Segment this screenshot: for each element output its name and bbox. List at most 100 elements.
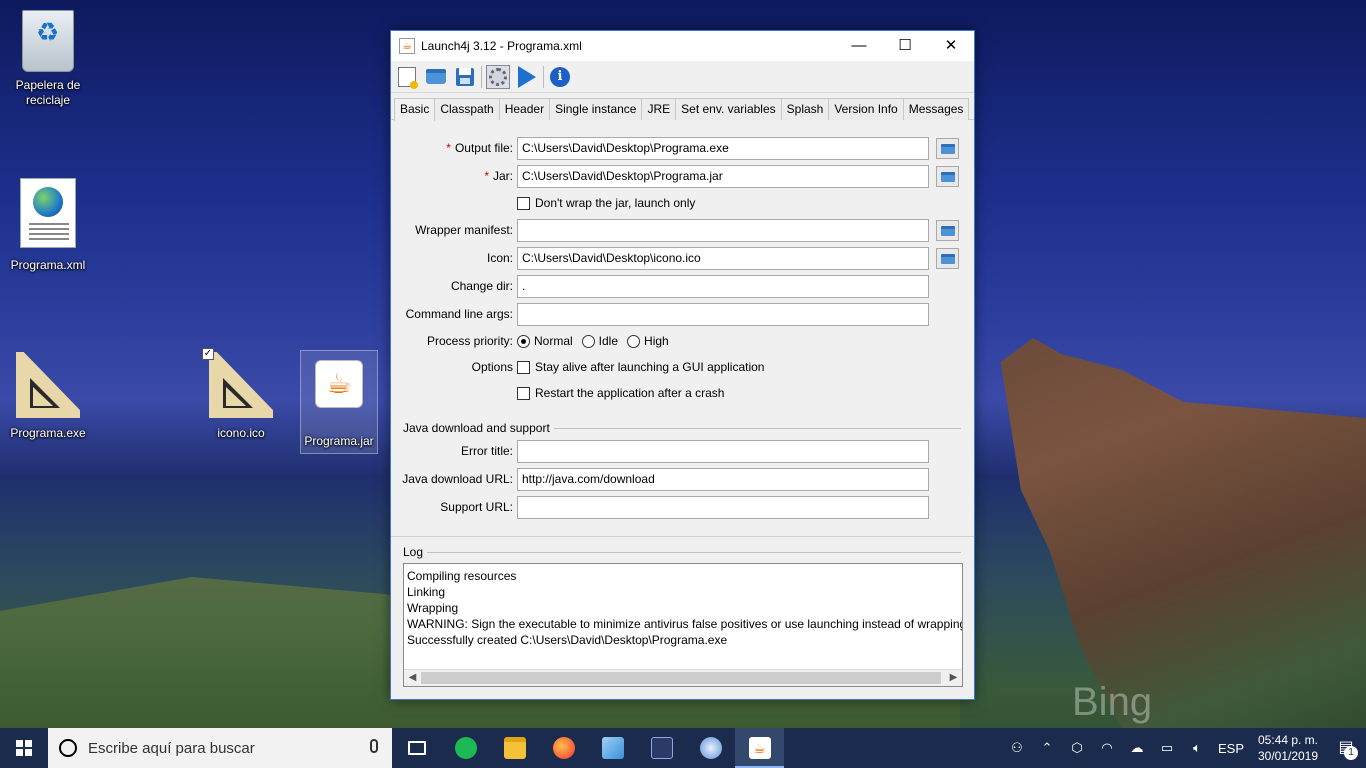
about-button[interactable]: i: [548, 65, 572, 89]
start-button[interactable]: [0, 728, 48, 768]
maximize-button[interactable]: ☐: [882, 31, 928, 61]
dont-wrap-label: Don't wrap the jar, launch only: [535, 196, 696, 210]
log-output[interactable]: Compiling resources Linking Wrapping WAR…: [403, 563, 963, 687]
volume-icon[interactable]: 🔈︎: [1182, 740, 1212, 756]
microphone-icon[interactable]: [370, 739, 378, 753]
build-wrapper-button[interactable]: [486, 64, 510, 89]
java-url-input[interactable]: http://java.com/download: [517, 468, 929, 491]
stay-alive-checkbox[interactable]: Stay alive after launching a GUI applica…: [517, 360, 764, 374]
task-view-icon: [407, 741, 426, 755]
log-horizontal-scrollbar[interactable]: ◀ ▶: [404, 669, 962, 686]
output-file-label: * Output file:: [446, 141, 513, 155]
priority-normal-radio[interactable]: Normal: [517, 334, 573, 348]
taskbar-search-box[interactable]: Escribe aquí para buscar: [48, 728, 392, 768]
cmd-args-row: Command line args:: [391, 303, 976, 327]
tab-header[interactable]: Header: [498, 98, 551, 120]
folder-open-icon: [940, 171, 955, 182]
run-icon: [518, 65, 536, 88]
save-config-button[interactable]: [453, 65, 477, 89]
tab-jre[interactable]: JRE: [641, 98, 677, 120]
action-center-button[interactable]: ▤ 1: [1326, 728, 1366, 768]
tab-set-env-variables[interactable]: Set env. variables: [675, 98, 782, 120]
scrollbar-thumb[interactable]: [421, 672, 941, 684]
tab-splash[interactable]: Splash: [780, 98, 830, 120]
desktop-icon-icono-ico[interactable]: icono.ico: [203, 352, 279, 441]
close-button[interactable]: ✕: [928, 31, 974, 61]
jar-input[interactable]: C:\Users\David\Desktop\Programa.jar: [517, 165, 929, 188]
tab-single-instance[interactable]: Single instance: [549, 98, 643, 120]
scroll-right-icon[interactable]: ▶: [945, 670, 962, 686]
dont-wrap-checkbox[interactable]: Don't wrap the jar, launch only: [517, 196, 695, 210]
icon-browse-button[interactable]: [936, 248, 959, 269]
jar-browse-button[interactable]: [936, 166, 959, 187]
taskbar-app-file-explorer[interactable]: [490, 728, 539, 768]
open-config-button[interactable]: [424, 65, 448, 89]
new-config-button[interactable]: [395, 65, 419, 89]
tab-basic[interactable]: Basic: [394, 98, 436, 121]
log-section-header: Log: [403, 545, 961, 559]
log-line: WARNING: Sign the executable to minimize…: [407, 617, 962, 631]
output-file-input[interactable]: C:\Users\David\Desktop\Programa.exe: [517, 137, 929, 160]
restart-checkbox[interactable]: Restart the application after a crash: [517, 386, 724, 400]
change-dir-input[interactable]: .: [517, 275, 929, 298]
desktop-icon-label: Programa.jar: [304, 434, 374, 448]
taskbar-app-launch4j[interactable]: ☕: [735, 728, 784, 768]
options-row: Options Stay alive after launching a GUI…: [391, 356, 976, 380]
spotify-icon: [454, 737, 477, 759]
desktop-icon-programa-exe[interactable]: Programa.exe: [10, 352, 86, 441]
support-url-input[interactable]: [517, 496, 929, 519]
cmd-args-input[interactable]: [517, 303, 929, 326]
tab-messages[interactable]: Messages: [902, 98, 970, 120]
tab-version-info[interactable]: Version Info: [828, 98, 904, 120]
desktop-icon-recycle-bin[interactable]: Papelera de reciclaje: [10, 10, 86, 108]
taskbar-app-3d-viewer[interactable]: [588, 728, 637, 768]
scroll-left-icon[interactable]: ◀: [404, 670, 421, 686]
show-hidden-icons-chevron-up-icon[interactable]: ⌃: [1032, 740, 1062, 756]
minimize-button[interactable]: —: [836, 31, 882, 61]
task-view-button[interactable]: [392, 728, 441, 768]
required-marker: *: [484, 169, 489, 183]
selection-checkbox-icon[interactable]: ✓: [202, 348, 214, 360]
taskbar-app-weather[interactable]: [686, 728, 735, 768]
set-square-icon: [16, 352, 80, 422]
wrapper-manifest-input[interactable]: [517, 219, 929, 242]
input-language[interactable]: ESP: [1212, 741, 1250, 756]
priority-high-radio[interactable]: High: [627, 334, 669, 348]
process-priority-row: Process priority: Normal Idle High: [391, 330, 976, 354]
log-line: Linking: [407, 585, 446, 599]
desktop-icon-programa-jar[interactable]: ☕ Programa.jar: [301, 352, 377, 449]
battery-icon[interactable]: ▭: [1152, 740, 1182, 756]
icon-input[interactable]: C:\Users\David\Desktop\icono.ico: [517, 247, 929, 270]
taskbar-app-code-editor[interactable]: [637, 728, 686, 768]
tab-bar: Basic Classpath Header Single instance J…: [391, 98, 974, 121]
onedrive-cloud-icon[interactable]: ☁: [1122, 740, 1152, 756]
error-title-input[interactable]: [517, 440, 929, 463]
toolbar: i: [391, 61, 974, 93]
desktop-icon-label: Papelera de reciclaje: [15, 78, 81, 107]
java-launch4j-icon: ☕: [748, 737, 771, 759]
priority-idle-radio[interactable]: Idle: [581, 334, 618, 348]
jar-row: * Jar: C:\Users\David\Desktop\Programa.ja…: [391, 165, 976, 189]
output-file-browse-button[interactable]: [936, 138, 959, 159]
tab-classpath[interactable]: Classpath: [434, 98, 500, 120]
people-icon[interactable]: ⚇: [1002, 740, 1032, 756]
change-dir-label: Change dir:: [450, 279, 513, 293]
toolbar-separator: [543, 65, 544, 88]
new-icon: [398, 66, 418, 89]
open-icon: [426, 69, 446, 84]
firefox-icon: [552, 737, 575, 759]
clock[interactable]: 05:44 p. m. 30/01/2019: [1250, 732, 1326, 764]
wrapper-manifest-row: Wrapper manifest:: [391, 219, 976, 243]
test-wrapper-button[interactable]: [515, 65, 539, 89]
output-file-row: * Output file: C:\Users\David\Desktop\Pro…: [391, 137, 976, 161]
wifi-icon[interactable]: ◠: [1092, 740, 1122, 756]
taskbar-app-firefox[interactable]: [539, 728, 588, 768]
dropbox-icon[interactable]: ⬡: [1062, 740, 1092, 756]
wrapper-manifest-label: Wrapper manifest:: [415, 223, 513, 237]
title-bar[interactable]: ☕ Launch4j 3.12 - Programa.xml — ☐ ✕: [391, 31, 974, 61]
wrapper-manifest-browse-button[interactable]: [936, 220, 959, 241]
desktop-icon-programa-xml[interactable]: Programa.xml: [10, 178, 86, 273]
taskbar-app-spotify[interactable]: [441, 728, 490, 768]
log-line: Compiling resources: [407, 569, 517, 583]
save-icon: [456, 67, 474, 86]
